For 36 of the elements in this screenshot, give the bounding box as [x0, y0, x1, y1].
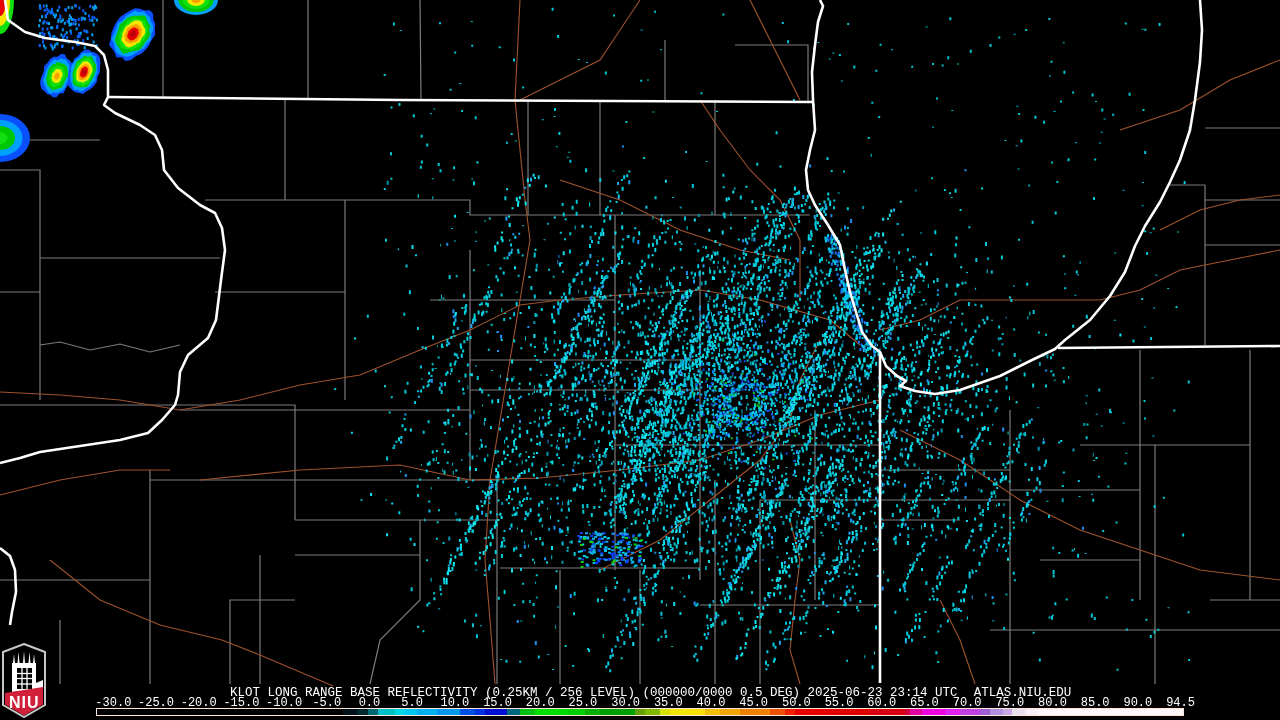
- logo-text: NIU: [9, 695, 40, 711]
- scale-tick-label: -30.0: [94, 699, 133, 708]
- scale-tick-label: 45.0: [738, 699, 770, 708]
- scale-tick-label: 10.0: [440, 699, 470, 708]
- scale-tick-label: 20.0: [525, 699, 556, 708]
- scale-tick-label: -10.0: [265, 699, 304, 708]
- scale-tick-label: 55.0: [824, 699, 854, 708]
- storm-cell: [67, 49, 101, 94]
- storm-cell: [0, 0, 14, 34]
- storm-cell: [40, 53, 74, 98]
- scale-tick-label: 75.0: [995, 699, 1025, 708]
- scale-tick-label: 60.0: [867, 699, 897, 708]
- scale-tick-label: 35.0: [653, 699, 683, 708]
- scale-tick-label: 30.0: [611, 699, 641, 708]
- scale-tick-label: 5.0: [401, 699, 423, 708]
- scale-tick-label: -5.0: [312, 699, 343, 708]
- scale-tick-label: 85.0: [1079, 699, 1111, 708]
- scale-tick-label: 65.0: [910, 699, 939, 708]
- scale-tick-label: 90.0: [1122, 699, 1154, 708]
- scale-tick-label: -15.0: [222, 699, 261, 708]
- scale-tick-label: -20.0: [179, 699, 218, 708]
- scale-tick-label: 80.0: [1038, 699, 1067, 708]
- scale-tick-label: 40.0: [696, 699, 726, 708]
- radar-echo-cluster: [577, 532, 644, 568]
- caption-source: ATLAS.NIU.EDU: [973, 687, 1072, 699]
- scale-tick-label: 70.0: [952, 699, 982, 708]
- scale-tick-label: 94.5: [1165, 699, 1196, 708]
- radar-echo-streaks: [38, 4, 98, 51]
- scale-tick-label: 25.0: [567, 699, 598, 708]
- scale-tick-label: 15.0: [482, 699, 512, 708]
- scale-tick-label: 50.0: [781, 699, 811, 708]
- scale-tick-label: 0.0: [358, 699, 382, 708]
- storm-cell: [174, 0, 218, 15]
- storm-cell: [109, 8, 156, 61]
- storm-cell: [0, 114, 30, 162]
- scale-tick-label: -25.0: [137, 699, 176, 708]
